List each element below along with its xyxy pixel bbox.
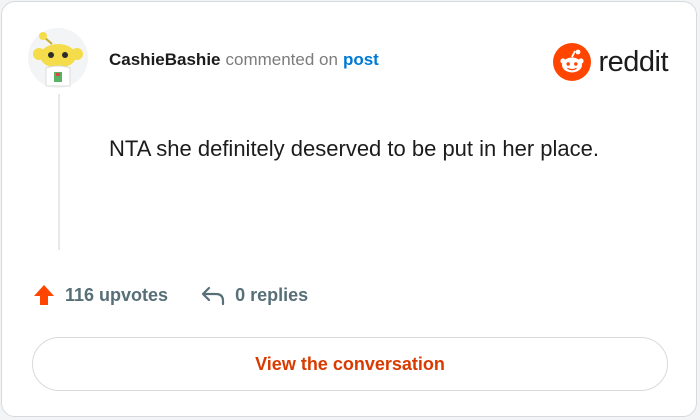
reddit-wordmark: reddit xyxy=(598,46,668,78)
username-link[interactable]: CashieBashie xyxy=(109,50,221,69)
replies-count: 0 replies xyxy=(235,284,309,305)
comment-embed-card: CashieBashie commented on post reddit NTA … xyxy=(1,1,697,417)
replies-stat[interactable]: 0 replies xyxy=(200,283,308,307)
reddit-logo[interactable]: reddit xyxy=(553,42,668,82)
upvotes-count: 116 upvotes xyxy=(65,284,169,305)
thread-line xyxy=(58,94,60,250)
reply-arrow-icon xyxy=(201,286,225,306)
post-link[interactable]: post xyxy=(343,50,379,69)
view-conversation-button[interactable]: View the conversation xyxy=(32,337,668,391)
user-avatar[interactable] xyxy=(28,28,88,88)
snoo-avatar-icon xyxy=(28,28,88,88)
commented-on-text: commented on xyxy=(225,50,338,69)
comment-stats: 116 upvotes 0 replies xyxy=(32,281,308,309)
upvotes-stat[interactable]: 116 upvotes xyxy=(32,283,168,307)
reddit-snoo-icon xyxy=(553,43,592,81)
comment-header: CashieBashie commented on post xyxy=(109,49,379,71)
upvote-arrow-icon xyxy=(34,285,54,305)
comment-body: NTA she definitely deserved to be put in… xyxy=(109,136,599,161)
